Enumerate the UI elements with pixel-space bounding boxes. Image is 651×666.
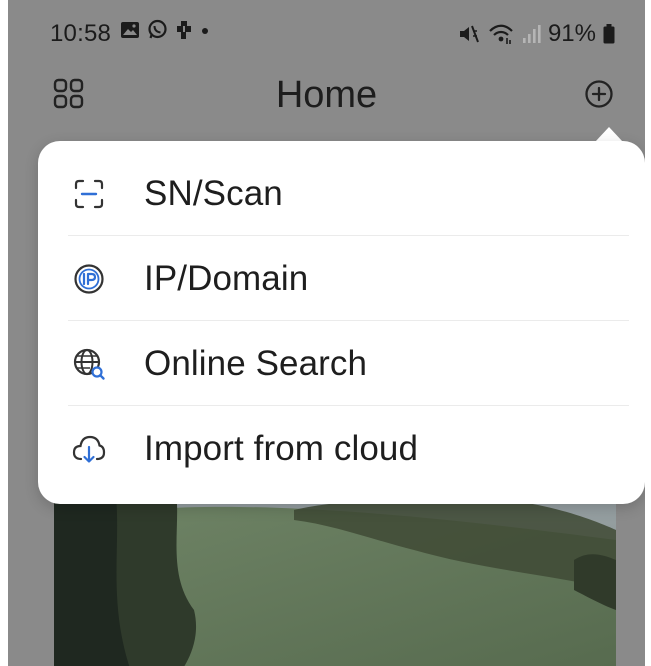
battery-percent: 91% [547,20,596,47]
wifi-icon [489,24,513,44]
menu-pointer [595,127,623,142]
signal-icon [522,25,541,43]
status-bar: 10:58 91% [8,0,645,60]
add-circle-icon[interactable] [582,77,616,111]
camera-preview-image[interactable] [54,480,616,666]
globe-search-icon [73,348,105,380]
add-device-menu: SN/Scan IP/Domain Online Search Import f… [38,141,645,504]
top-navigation-bar: Home [8,60,645,130]
menu-item-ip-domain[interactable]: IP/Domain [38,236,645,321]
page-title: Home [275,74,378,116]
gallery-icon [121,21,139,38]
scan-icon [74,179,104,208]
menu-item-sn-scan[interactable]: SN/Scan [38,151,645,236]
menu-item-import-from-cloud[interactable]: Import from cloud [38,406,645,491]
status-right-icons: 91% [457,20,615,48]
app-screen: 10:58 91% Home SN/Scan IP/Domain Online … [8,0,645,666]
dot-icon [202,27,208,34]
ip-icon [74,263,104,294]
menu-item-label: Online Search [144,343,368,383]
cloud-download-icon [72,435,106,463]
menu-item-label: IP/Domain [144,258,309,298]
battery-icon [603,24,615,44]
status-time: 10:58 [50,20,112,47]
menu-item-label: SN/Scan [144,173,283,213]
camera-scene [54,480,616,666]
notification-icons [120,19,210,40]
whatsapp-icon [148,19,167,39]
mute-icon [459,25,479,43]
app-icon [177,20,191,39]
menu-item-online-search[interactable]: Online Search [38,321,645,406]
menu-item-label: Import from cloud [144,428,419,468]
